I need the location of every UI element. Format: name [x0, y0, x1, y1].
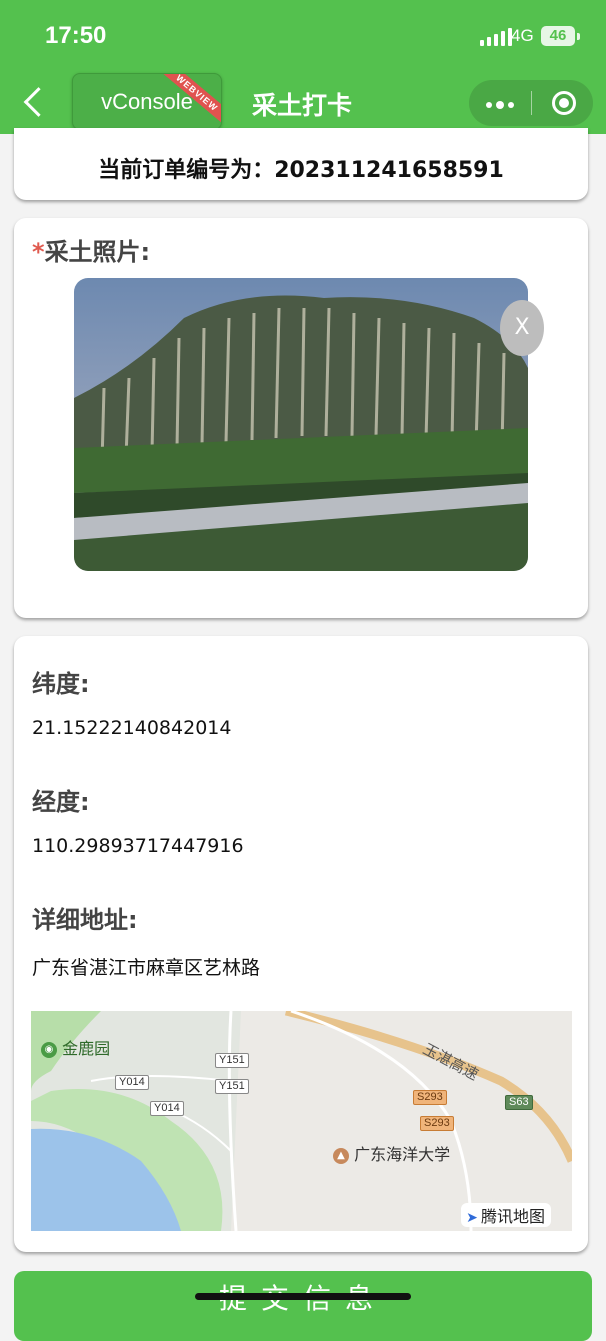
- map-attribution[interactable]: ➤ 腾讯地图: [461, 1203, 552, 1227]
- road-shield: S293: [413, 1090, 447, 1105]
- map-poi-university: ▲ 广东海洋大学: [333, 1141, 450, 1165]
- road-shield: S293: [420, 1116, 454, 1131]
- photo-card: *采土照片: X: [14, 218, 588, 618]
- road-shield: Y014: [150, 1101, 184, 1116]
- order-number: 当前订单编号为：202311241658591: [98, 158, 504, 183]
- submit-button[interactable]: 提交信息: [14, 1271, 592, 1341]
- road-shield: Y014: [115, 1075, 149, 1090]
- compass-icon: ➤: [466, 1209, 478, 1226]
- road-shield: Y151: [215, 1079, 249, 1094]
- longitude-value: 110.29893717447916: [32, 835, 244, 857]
- soil-photo[interactable]: [74, 278, 528, 571]
- address-label: 详细地址:: [32, 906, 138, 934]
- remove-photo-button[interactable]: X: [500, 300, 544, 356]
- photo-label: *采土照片:: [32, 232, 150, 267]
- back-arrow-icon[interactable]: [23, 87, 54, 117]
- vconsole-button[interactable]: vConsole WEBVIEW: [72, 73, 222, 130]
- more-icon[interactable]: [486, 101, 514, 109]
- road-shield: S63: [505, 1095, 533, 1110]
- home-indicator: [195, 1293, 411, 1300]
- required-mark: *: [32, 238, 45, 266]
- status-time: 17:50: [45, 22, 107, 49]
- battery-icon: 46: [541, 26, 580, 46]
- location-map[interactable]: ◉ 金鹿园 ▲ 广东海洋大学 玉湛高速 Y151 Y151 Y014 Y014 …: [31, 1011, 572, 1231]
- location-card: 纬度: 21.15222140842014 经度: 110.2989371744…: [14, 636, 588, 1252]
- latitude-value: 21.15222140842014: [32, 717, 232, 739]
- miniprogram-capsule: [469, 80, 593, 126]
- order-card: 当前订单编号为：202311241658591: [14, 128, 588, 200]
- latitude-label: 纬度:: [32, 670, 90, 698]
- vconsole-label: vConsole: [101, 89, 193, 114]
- university-icon: ▲: [333, 1147, 349, 1164]
- signal-icon: [480, 28, 512, 46]
- photo-label-text: 采土照片:: [44, 238, 151, 266]
- longitude-label: 经度:: [32, 788, 90, 816]
- map-poi-park: ◉ 金鹿园: [41, 1035, 110, 1059]
- page-title: 采土打卡: [252, 91, 353, 120]
- nav-bar: 17:50 4G 46 vConsole WEBVIEW 采土打卡: [0, 0, 606, 134]
- road-shield: Y151: [215, 1053, 249, 1068]
- capsule-divider: [531, 91, 532, 115]
- park-icon: ◉: [41, 1041, 57, 1058]
- address-value: 广东省湛江市麻章区艺林路: [32, 957, 261, 979]
- close-miniprogram-icon[interactable]: [552, 91, 576, 115]
- network-type: 4G: [511, 26, 534, 45]
